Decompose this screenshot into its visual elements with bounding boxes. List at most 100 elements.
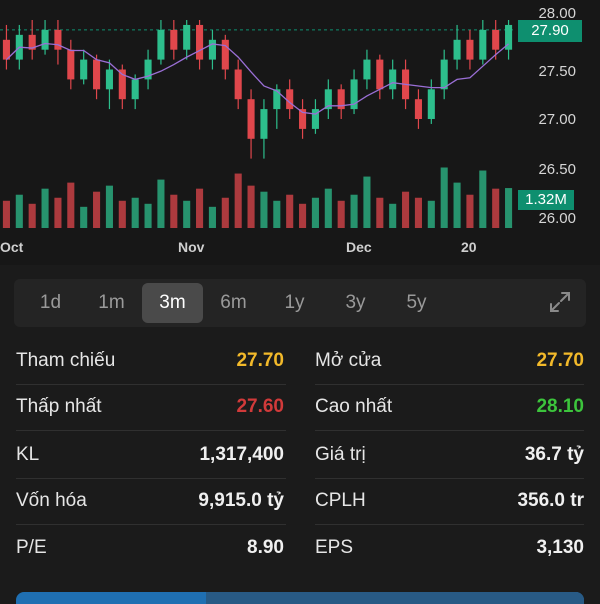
range-1m[interactable]: 1m bbox=[81, 283, 142, 323]
gia-tri-value: 36.7 tỷ bbox=[524, 444, 584, 465]
volume-bar bbox=[273, 200, 281, 228]
volume-bar bbox=[402, 191, 410, 228]
stats-row-5: P/E 8.90 EPS 3,130 bbox=[0, 524, 600, 570]
candle-body bbox=[208, 39, 216, 60]
candle-body bbox=[260, 109, 268, 139]
candle-body bbox=[41, 29, 49, 50]
candle-body bbox=[466, 39, 474, 60]
candle-body bbox=[234, 69, 242, 100]
volume-bar bbox=[41, 188, 49, 228]
kl-value: 1,317,400 bbox=[199, 444, 284, 465]
pe-label: P/E bbox=[16, 537, 47, 558]
kl-label: KL bbox=[16, 444, 40, 465]
pe-value: 8.90 bbox=[247, 537, 284, 558]
range-5y[interactable]: 5y bbox=[386, 283, 447, 323]
divider bbox=[315, 430, 584, 431]
range-6m[interactable]: 6m bbox=[203, 283, 264, 323]
candle-body bbox=[54, 29, 62, 50]
volume-bar bbox=[234, 173, 242, 228]
volume-bar bbox=[453, 182, 461, 228]
mo-cua-label: Mở cửa bbox=[315, 350, 382, 371]
volume-bar bbox=[221, 197, 229, 228]
volume-bar bbox=[183, 200, 191, 228]
divider bbox=[16, 430, 286, 431]
candle-body bbox=[273, 89, 281, 110]
von-hoa-value: 9,915.0 tỷ bbox=[198, 490, 284, 511]
candle-body bbox=[414, 99, 422, 119]
volume-bar bbox=[144, 203, 152, 228]
candlestick-chart[interactable] bbox=[0, 0, 600, 265]
volume-bar bbox=[28, 203, 36, 228]
candle-body bbox=[67, 49, 75, 80]
range-3y[interactable]: 3y bbox=[325, 283, 386, 323]
candle-body bbox=[453, 39, 461, 60]
expand-icon[interactable] bbox=[548, 290, 572, 314]
cao-nhat-value: 28.10 bbox=[536, 396, 584, 417]
volume-bar bbox=[311, 197, 319, 228]
mo-cua-value: 27.70 bbox=[536, 350, 584, 371]
candle-body bbox=[376, 59, 384, 90]
month-oct: Oct bbox=[0, 239, 24, 255]
candle-body bbox=[440, 59, 448, 90]
range-1y[interactable]: 1y bbox=[264, 283, 325, 323]
gia-tri-label: Giá trị bbox=[315, 444, 366, 465]
volume-bar bbox=[414, 197, 422, 228]
candle-body bbox=[196, 24, 204, 60]
cplh-label: CPLH bbox=[315, 490, 366, 511]
volume-bar bbox=[299, 203, 307, 228]
volume-bar bbox=[350, 194, 358, 228]
candle-body bbox=[131, 79, 139, 100]
volume-bar bbox=[337, 200, 345, 228]
tham-chieu-label: Tham chiếu bbox=[16, 350, 116, 371]
candle-body bbox=[389, 69, 397, 90]
bottom-action-bar[interactable] bbox=[16, 592, 584, 604]
candle-body bbox=[427, 89, 435, 119]
volume-bar bbox=[324, 188, 332, 228]
volume-bar bbox=[479, 170, 487, 228]
volume-bar bbox=[247, 185, 255, 228]
cao-nhat-label: Cao nhất bbox=[315, 396, 393, 417]
volume-bar bbox=[2, 200, 10, 228]
time-range-selector: 1d 1m 3m 6m 1y 3y 5y bbox=[14, 279, 586, 327]
candle-body bbox=[363, 59, 371, 80]
volume-bar bbox=[376, 197, 384, 228]
month-dec: Dec bbox=[346, 239, 372, 255]
divider bbox=[16, 384, 286, 385]
candle-body bbox=[221, 39, 229, 70]
price-chart[interactable]: 28.00 27.90 27.50 27.00 26.50 1.32M 26.0… bbox=[0, 0, 600, 265]
volume-bar bbox=[80, 206, 88, 228]
range-3m[interactable]: 3m bbox=[142, 283, 203, 323]
month-20: 20 bbox=[461, 239, 477, 255]
divider bbox=[315, 384, 584, 385]
volume-bar bbox=[170, 194, 178, 228]
candle-body bbox=[286, 89, 294, 110]
candle-body bbox=[170, 29, 178, 50]
stats-row-3: KL 1,317,400 Giá trị 36.7 tỷ bbox=[0, 432, 600, 479]
volume-bar bbox=[67, 182, 75, 228]
stats-row-1: Tham chiếu 27.70 Mở cửa 27.70 bbox=[0, 340, 600, 386]
candle-body bbox=[93, 59, 101, 90]
eps-value: 3,130 bbox=[536, 537, 584, 558]
volume-bar bbox=[505, 188, 513, 228]
month-nov: Nov bbox=[178, 239, 205, 255]
volume-bar bbox=[54, 197, 62, 228]
range-1d[interactable]: 1d bbox=[20, 283, 81, 323]
volume-bar bbox=[492, 188, 500, 228]
volume-bar bbox=[260, 191, 268, 228]
bottom-action-segment[interactable] bbox=[206, 592, 584, 604]
thap-nhat-label: Thấp nhất bbox=[16, 396, 102, 417]
price-tick-27-5: 27.50 bbox=[538, 63, 576, 80]
volume-bar bbox=[427, 200, 435, 228]
candle-body bbox=[247, 99, 255, 139]
candle-body bbox=[492, 29, 500, 50]
candle-body bbox=[183, 24, 191, 50]
stats-row-2: Thấp nhất 27.60 Cao nhất 28.10 bbox=[0, 386, 600, 432]
volume-bar bbox=[105, 185, 113, 228]
volume-bar bbox=[15, 194, 23, 228]
volume-bar bbox=[118, 200, 126, 228]
price-tick-26-5: 26.50 bbox=[538, 161, 576, 178]
candle-body bbox=[80, 59, 88, 80]
von-hoa-label: Vốn hóa bbox=[16, 490, 87, 511]
volume-bar bbox=[208, 206, 216, 228]
candle-body bbox=[105, 69, 113, 90]
